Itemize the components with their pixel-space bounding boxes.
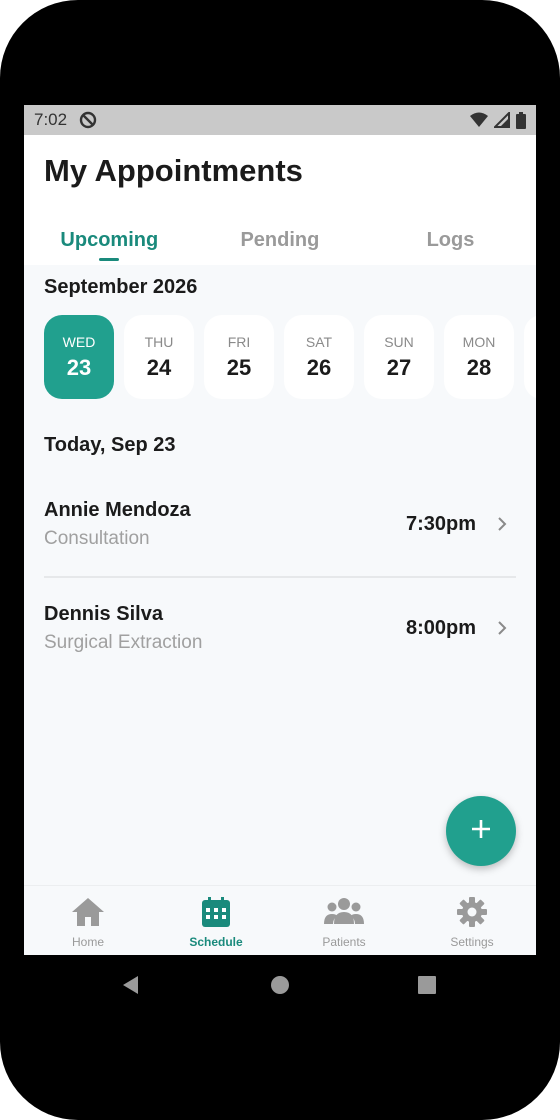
chevron-right-icon [496,619,508,642]
nav-label: Schedule [189,935,243,949]
app-screen: 7:02 My Appointments Upcoming Pending Lo… [24,105,536,955]
date-number: 25 [226,355,252,380]
plus-icon [470,818,492,845]
date-weekday: SUN [384,334,414,350]
system-navigation-bar [24,955,536,1015]
back-icon[interactable] [121,975,141,1000]
date-weekday: FRI [227,334,251,350]
nav-schedule[interactable]: Schedule [152,886,280,955]
battery-icon [516,111,526,129]
add-appointment-button[interactable] [446,796,516,866]
tab-label: Logs [426,229,475,251]
date-card-partial[interactable] [524,315,536,399]
date-number: 26 [306,355,332,380]
nav-label: Patients [322,935,366,949]
date-weekday: WED [62,334,96,350]
date-weekday: THU [144,334,174,350]
date-card[interactable]: THU 24 [124,315,194,399]
wifi-icon [470,112,488,128]
tab-bar: Upcoming Pending Logs [24,227,536,267]
nav-label: Settings [450,935,494,949]
appointment-time: 7:30pm [405,513,476,535]
date-weekday: MON [462,334,496,350]
phone-frame: 7:02 My Appointments Upcoming Pending Lo… [0,0,560,1120]
date-card[interactable]: SUN 27 [364,315,434,399]
appointment-type: Consultation [44,528,150,549]
tab-upcoming[interactable]: Upcoming [24,227,195,267]
divider [44,576,516,578]
bottom-navigation: Home Schedule Patients Settings [24,885,536,955]
date-card[interactable]: MON 28 [444,315,514,399]
tab-pending[interactable]: Pending [195,227,366,267]
nav-patients[interactable]: Patients [280,886,408,955]
patient-name: Dennis Silva [44,603,163,625]
date-card[interactable]: WED 23 [44,315,114,399]
do-not-disturb-icon [79,111,97,129]
nav-label: Home [71,935,104,949]
date-number: 28 [466,355,492,380]
nav-settings[interactable]: Settings [408,886,536,955]
status-bar: 7:02 [24,105,536,135]
status-time: 7:02 [34,110,68,129]
date-strip[interactable]: WED 23 THU 24 FRI 25 SAT 26 SUN 27 MON 2… [44,315,536,399]
date-card[interactable]: FRI 25 [204,315,274,399]
nav-home[interactable]: Home [24,886,152,955]
home-circle-icon[interactable] [270,975,290,1000]
calendar-icon [201,897,231,932]
date-card[interactable]: SAT 26 [284,315,354,399]
appointment-time: 8:00pm [405,617,476,639]
date-number: 23 [66,355,92,380]
page-title: My Appointments [44,153,303,188]
day-heading: Today, Sep 23 [44,434,176,456]
gear-icon [456,897,488,932]
date-number: 24 [146,355,172,380]
chevron-right-icon [496,515,508,538]
patient-name: Annie Mendoza [44,499,191,521]
signal-icon [494,112,510,128]
active-tab-indicator [99,258,120,261]
people-icon [324,898,364,932]
tab-logs[interactable]: Logs [365,227,536,267]
appointment-row[interactable]: Dennis Silva Surgical Extraction 8:00pm [44,603,516,693]
appointment-type: Surgical Extraction [44,632,203,653]
month-label: September 2026 [44,276,198,298]
date-weekday: SAT [305,334,333,350]
app-header: My Appointments Upcoming Pending Logs [24,135,536,265]
home-icon [70,898,106,932]
tab-label: Upcoming [60,229,159,251]
date-number: 27 [386,355,412,380]
tab-label: Pending [240,229,320,251]
recents-icon[interactable] [417,975,437,1000]
